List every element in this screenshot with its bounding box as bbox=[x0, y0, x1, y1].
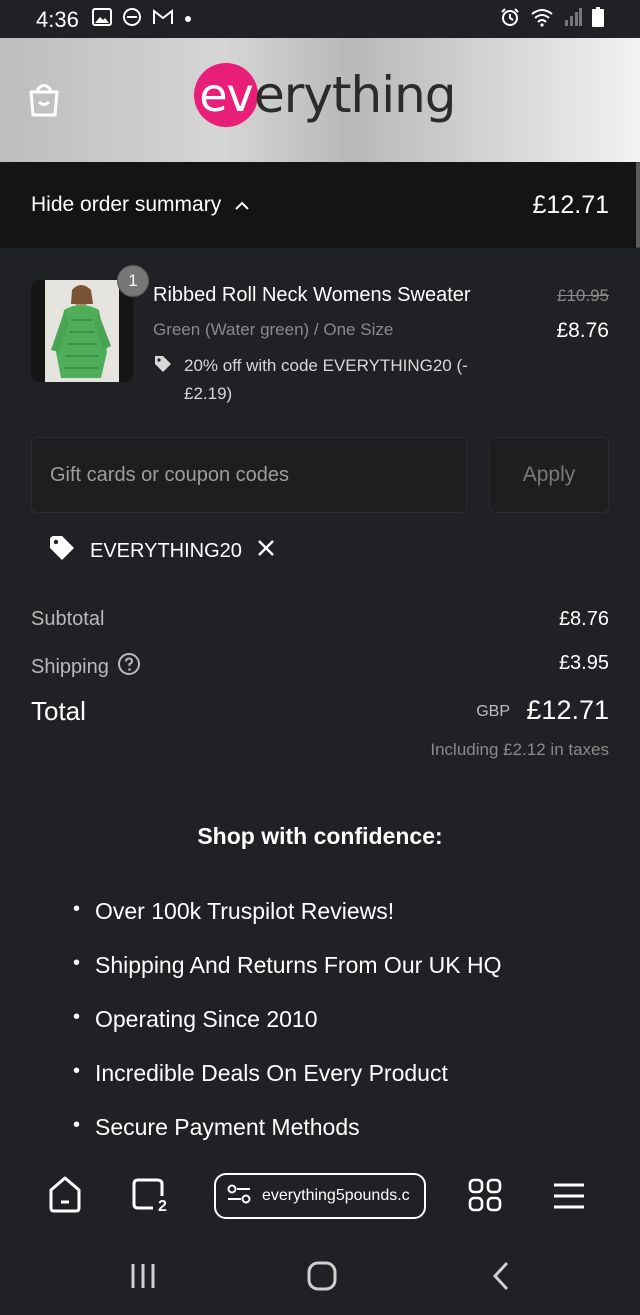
applied-discount-chip: EVERYTHING20 bbox=[48, 534, 276, 568]
apps-grid-icon[interactable] bbox=[468, 1178, 502, 1217]
coupon-tag-icon bbox=[48, 534, 76, 568]
tabs-icon[interactable]: 2 bbox=[130, 1174, 172, 1223]
site-settings-icon[interactable] bbox=[226, 1183, 252, 1210]
quantity-badge: 1 bbox=[117, 265, 149, 297]
shipping-row: Shipping bbox=[31, 652, 141, 682]
wifi-icon bbox=[530, 7, 554, 32]
shipping-value: £3.95 bbox=[558, 652, 609, 674]
chevron-up-icon bbox=[235, 193, 249, 217]
toggle-label: Hide order summary bbox=[31, 193, 222, 216]
list-item: • Secure Payment Methods bbox=[73, 1114, 360, 1140]
shopping-bag-icon[interactable] bbox=[28, 82, 60, 123]
status-bar: 4:36 bbox=[0, 0, 640, 38]
shipping-label: Shipping bbox=[31, 655, 109, 678]
recent-apps-icon[interactable] bbox=[130, 1263, 158, 1294]
logo-ev: ev bbox=[194, 63, 258, 127]
list-item: • Shipping And Returns From Our UK HQ bbox=[73, 952, 502, 978]
product-name: Ribbed Roll Neck Womens Sweater bbox=[153, 284, 471, 306]
status-time: 4:36 bbox=[36, 7, 79, 32]
summary-total: £12.71 bbox=[532, 191, 609, 219]
list-item: • Operating Since 2010 bbox=[73, 1006, 318, 1032]
home-icon[interactable] bbox=[47, 1174, 83, 1219]
original-price: £10.95 bbox=[557, 286, 609, 305]
remove-code-icon[interactable] bbox=[256, 538, 276, 564]
url-text: everything5pounds.c bbox=[262, 1187, 410, 1204]
home-button-icon[interactable] bbox=[307, 1261, 337, 1296]
back-icon[interactable] bbox=[491, 1261, 511, 1296]
store-header: ev erything bbox=[0, 38, 640, 162]
notification-dot-icon bbox=[184, 10, 192, 28]
battery-icon bbox=[592, 6, 604, 32]
taxes-note: Including £2.12 in taxes bbox=[430, 740, 609, 759]
order-summary-bar[interactable]: Hide order summary £12.71 bbox=[0, 162, 640, 248]
gallery-icon bbox=[92, 7, 112, 31]
coupon-placeholder: Gift cards or coupon codes bbox=[50, 463, 290, 486]
logo-text: erything bbox=[254, 66, 457, 124]
store-logo[interactable]: ev erything bbox=[194, 62, 457, 128]
product-image bbox=[31, 280, 133, 382]
apply-button[interactable]: Apply bbox=[489, 437, 609, 513]
gmail-icon bbox=[152, 8, 174, 31]
subtotal-label: Subtotal bbox=[31, 608, 105, 630]
menu-icon[interactable] bbox=[552, 1182, 586, 1215]
total-currency: GBP bbox=[476, 703, 510, 720]
total-value: £12.71 bbox=[526, 695, 609, 725]
product-discount: 20% off with code EVERYTHING20 (-£2.19) bbox=[153, 352, 493, 408]
alarm-icon bbox=[500, 7, 520, 32]
discount-tag-icon bbox=[153, 354, 173, 383]
product-variant: Green (Water green) / One Size bbox=[153, 320, 394, 339]
do-not-disturb-icon bbox=[122, 7, 142, 32]
browser-toolbar: 2 everything5pounds.c bbox=[0, 1162, 640, 1234]
subtotal-value: £8.76 bbox=[558, 608, 609, 630]
applied-code-text: EVERYTHING20 bbox=[90, 539, 242, 562]
list-item: • Over 100k Truspilot Reviews! bbox=[73, 898, 395, 924]
product-price: £8.76 bbox=[556, 319, 609, 342]
confidence-list: • Over 100k Truspilot Reviews! • Shipping … bbox=[73, 898, 502, 1168]
discount-text: 20% off with code EVERYTHING20 (-£2.19) bbox=[184, 356, 468, 403]
signal-icon bbox=[564, 7, 582, 31]
system-nav-bar bbox=[0, 1234, 640, 1315]
total-label: Total bbox=[31, 696, 86, 726]
url-bar[interactable]: everything5pounds.c bbox=[214, 1173, 426, 1219]
list-item: • Incredible Deals On Every Product bbox=[73, 1060, 448, 1086]
confidence-title: Shop with confidence: bbox=[197, 823, 443, 849]
help-icon[interactable] bbox=[117, 652, 141, 682]
scrollbar[interactable] bbox=[636, 162, 640, 248]
coupon-code-input[interactable]: Gift cards or coupon codes bbox=[31, 437, 467, 513]
tab-count: 2 bbox=[158, 1198, 167, 1215]
hide-order-summary-toggle[interactable]: Hide order summary bbox=[31, 193, 249, 217]
